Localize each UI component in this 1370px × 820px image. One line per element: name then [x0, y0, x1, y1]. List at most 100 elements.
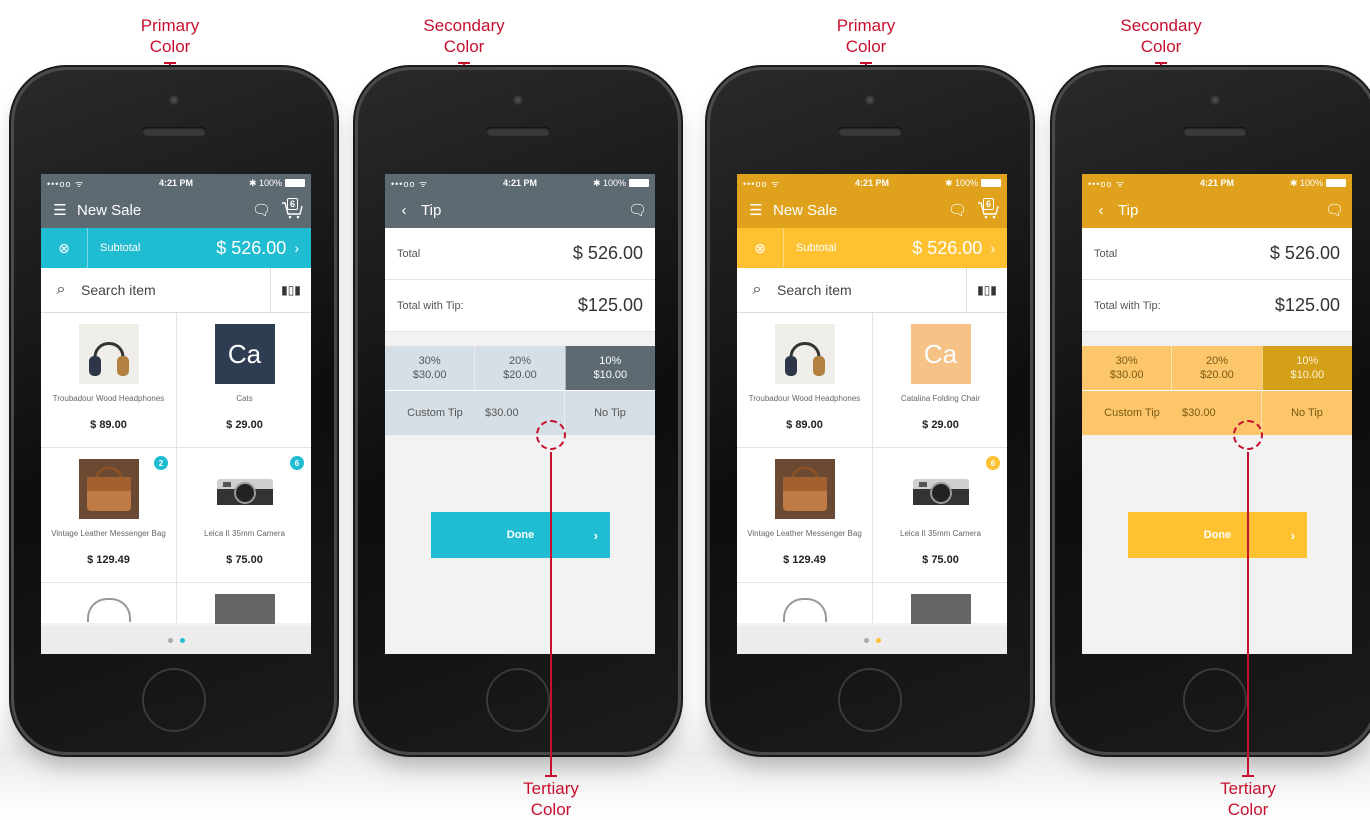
product-thumb: [910, 594, 971, 624]
cart-icon[interactable]: 6: [281, 198, 303, 219]
annotation-text-line1: Primary: [836, 16, 896, 35]
product-price: $ 29.00: [226, 419, 263, 431]
clear-sale-icon[interactable]: ⊗: [41, 228, 88, 268]
page-title: Tip: [421, 201, 442, 219]
product-card[interactable]: Vintage Leather Messenger Bag $ 129.49: [737, 448, 872, 582]
tip-option-30[interactable]: 30% $30.00: [1082, 346, 1171, 390]
subtotal-bar[interactable]: ⊗ Subtotal $ 526.00 ›: [41, 228, 311, 268]
camera: [512, 94, 524, 106]
no-tip-button[interactable]: No Tip: [1261, 391, 1352, 435]
tip-options: 30% $30.00 20% $20.00 10% $10.00: [385, 346, 655, 390]
product-card[interactable]: [41, 583, 176, 623]
done-button[interactable]: Done ›: [1128, 512, 1307, 558]
annotation-text-line2: Color: [149, 37, 191, 56]
side-button: [353, 230, 357, 266]
custom-tip-label: Custom Tip: [1104, 407, 1160, 419]
nav-bar: ‹ Tip 🗨︎: [385, 192, 655, 228]
barcode-scan-icon[interactable]: ▮▯▮: [270, 268, 311, 312]
product-card[interactable]: Troubadour Wood Headphones $ 89.00: [737, 313, 872, 447]
chevron-right-icon: ›: [294, 240, 299, 256]
chat-icon[interactable]: 🗨︎: [948, 201, 967, 219]
status-bar: •••oo ᯤ 4:21 PM ✱ 100%: [1082, 174, 1352, 192]
cart-count-badge: 6: [287, 198, 299, 210]
product-card[interactable]: Troubadour Wood Headphones $ 89.00: [41, 313, 176, 447]
search-icon: ⌕: [752, 281, 762, 298]
subtotal-label: Subtotal: [796, 242, 837, 254]
custom-tip-input[interactable]: $30.00: [1182, 407, 1232, 419]
tip-amount: $20.00: [1200, 369, 1234, 381]
done-label: Done: [506, 529, 535, 541]
subtotal-bar[interactable]: ⊗ Subtotal $ 526.00 ›: [737, 228, 1007, 268]
total-value: $ 526.00: [1269, 243, 1340, 263]
side-button: [1050, 230, 1054, 266]
chevron-right-icon: ›: [593, 527, 598, 543]
tip-option-10-selected[interactable]: 10% $10.00: [564, 346, 655, 390]
camera: [168, 94, 180, 106]
tip-amount: $30.00: [1109, 369, 1144, 381]
chat-icon[interactable]: 🗨︎: [1325, 201, 1344, 219]
tip-options: 30% $30.00 20% $20.00 10% $10.00: [1082, 346, 1352, 390]
search-input[interactable]: Search item: [777, 282, 966, 298]
custom-tip-row[interactable]: Custom Tip $30.00 No Tip: [385, 390, 655, 435]
product-name: Vintage Leather Messenger Bag: [747, 529, 862, 538]
custom-tip-input[interactable]: $30.00: [485, 407, 535, 419]
annotation-tertiary-1: Tertiary Color: [471, 778, 631, 820]
clear-sale-icon[interactable]: ⊗: [737, 228, 784, 268]
page-dot[interactable]: [863, 637, 869, 643]
total-row: Total $ 526.00: [1082, 228, 1352, 280]
product-name: Troubadour Wood Headphones: [52, 394, 165, 403]
cart-count-badge: 6: [983, 198, 995, 210]
cart-icon[interactable]: 6: [977, 198, 999, 219]
home-button[interactable]: [142, 668, 206, 732]
no-tip-button[interactable]: No Tip: [564, 391, 655, 435]
custom-tip-row[interactable]: Custom Tip $30.00 No Tip: [1082, 390, 1352, 435]
back-icon[interactable]: ‹: [393, 202, 415, 219]
chat-icon[interactable]: 🗨︎: [252, 201, 271, 219]
product-price: $ 129.49: [87, 554, 130, 566]
product-card[interactable]: 6 Leica II 35mm Camera $ 75.00: [177, 448, 311, 582]
product-name: Catalina Folding Chair: [900, 394, 981, 403]
product-name: Troubadour Wood Headphones: [748, 394, 861, 403]
tip-screen: •••oo ᯤ 4:21 PM ✱ 100% ‹ Tip 🗨︎ Total $ …: [385, 174, 655, 654]
page-dot-active[interactable]: [179, 637, 185, 643]
done-button[interactable]: Done ›: [431, 512, 610, 558]
tip-amount: $20.00: [503, 369, 537, 381]
nav-bar: ☰ New Sale 🗨︎ 6: [41, 192, 311, 228]
barcode-scan-icon[interactable]: ▮▯▮: [966, 268, 1007, 312]
page-dot-active[interactable]: [875, 637, 881, 643]
chat-icon[interactable]: 🗨︎: [628, 201, 647, 219]
search-bar[interactable]: ⌕ Search item ▮▯▮: [41, 268, 311, 313]
menu-icon[interactable]: ☰: [49, 201, 71, 219]
tip-percent: 20%: [508, 355, 531, 367]
tip-option-30[interactable]: 30% $30.00: [385, 346, 474, 390]
product-card[interactable]: 2 Vintage Leather Messenger Bag $ 129.49: [41, 448, 176, 582]
product-card[interactable]: [873, 583, 1007, 624]
home-button[interactable]: [486, 668, 550, 732]
tip-amount: $10.00: [1290, 369, 1325, 381]
product-card[interactable]: Ca Catalina Folding Chair $ 29.00: [873, 313, 1007, 447]
product-card[interactable]: [177, 583, 311, 624]
camera-image: [215, 459, 275, 519]
tip-option-10-selected[interactable]: 10% $10.00: [1261, 346, 1352, 390]
annotation-tertiary-2: Tertiary Color: [1168, 778, 1328, 820]
back-icon[interactable]: ‹: [1090, 202, 1112, 219]
tip-option-20[interactable]: 20% $20.00: [474, 346, 564, 390]
search-input[interactable]: Search item: [81, 282, 270, 298]
page-dot[interactable]: [167, 637, 173, 643]
status-time: 4:21 PM: [502, 178, 537, 188]
product-card[interactable]: 6 Leica II 35mm Camera $ 75.00: [873, 448, 1007, 582]
camera: [864, 94, 876, 106]
home-button[interactable]: [838, 668, 902, 732]
tip-option-20[interactable]: 20% $20.00: [1171, 346, 1261, 390]
annotation-secondary-1: Secondary Color: [384, 15, 544, 57]
search-bar[interactable]: ⌕ Search item ▮▯▮: [737, 268, 1007, 313]
product-card[interactable]: [737, 583, 872, 623]
menu-icon[interactable]: ☰: [745, 201, 767, 219]
home-button[interactable]: [1183, 668, 1247, 732]
product-name: Leica II 35mm Camera: [900, 529, 981, 538]
status-time: 4:21 PM: [1199, 178, 1234, 188]
product-price: $ 129.49: [783, 554, 826, 566]
marker-tertiary-2: [1233, 420, 1263, 450]
product-card[interactable]: Ca Cats $ 29.00: [177, 313, 311, 447]
side-button: [9, 230, 13, 266]
